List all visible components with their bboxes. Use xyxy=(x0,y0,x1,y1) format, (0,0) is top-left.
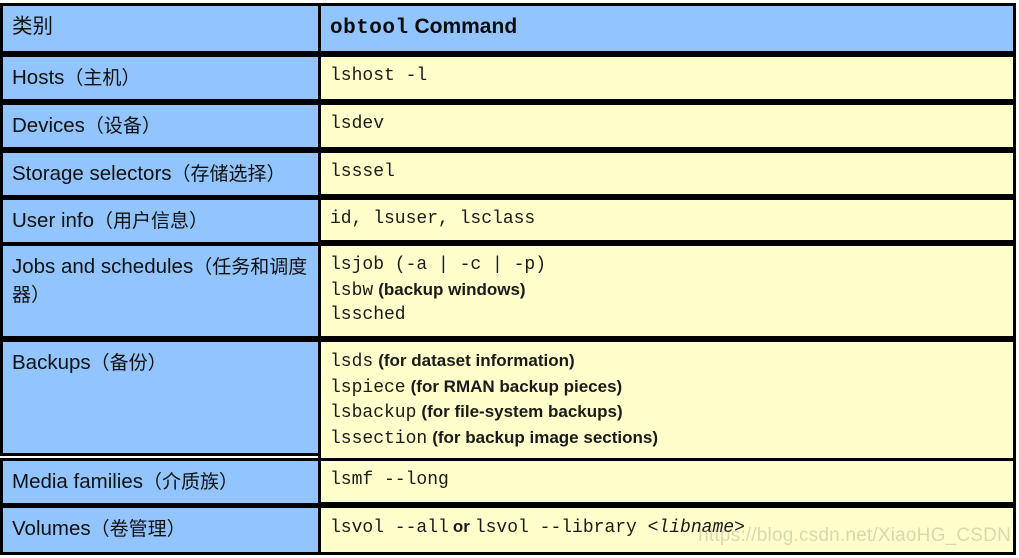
category-label-cn: （介质族） xyxy=(143,471,239,493)
command-line: lssection (for backup image sections) xyxy=(330,426,1004,452)
command-note: (for backup image sections) xyxy=(432,427,658,447)
category-label-cn: （卷管理） xyxy=(90,518,186,540)
command-note: (for RMAN backup pieces) xyxy=(410,376,623,396)
command-list: lsmf --long xyxy=(330,468,1004,493)
command-cell: lsds (for dataset information) lspiece (for… xyxy=(318,339,1016,461)
command-text-alt: lsvol --library xyxy=(474,518,648,538)
obtool-command-table: 类别 obtool Command Hosts（主机） lshost -l Device… xyxy=(0,3,1016,555)
category-label: Hosts（主机） xyxy=(12,64,309,92)
category-label-en: Media families xyxy=(12,470,144,493)
command-text: lsds xyxy=(330,352,374,372)
header-cell-category: 类别 xyxy=(0,3,321,54)
category-label-en: Backups xyxy=(12,351,91,374)
command-note: (for dataset information) xyxy=(378,351,575,370)
command-line: lsdev xyxy=(330,112,1004,137)
category-cell: Devices（设备） xyxy=(0,102,321,150)
command-cell: lsmf --long xyxy=(318,458,1016,505)
command-line: lsssel xyxy=(330,160,1004,185)
command-cell: lsdev xyxy=(318,102,1016,150)
command-text: lsbw xyxy=(330,280,374,301)
table-row: User info（用户信息） id, lsuser, lsclass xyxy=(0,197,1016,245)
command-cell: id, lsuser, lsclass xyxy=(318,197,1016,243)
command-line: lspiece (for RMAN backup pieces) xyxy=(330,375,1004,401)
command-list: id, lsuser, lsclass xyxy=(330,207,1004,232)
command-cell: lsjob (-a | -c | -p) lsbw (backup windows)… xyxy=(318,243,1016,339)
header-command-sans: Command xyxy=(414,15,518,38)
command-line: lsvol --all or lsvol --library <libname> xyxy=(330,515,1004,541)
category-label: Volumes（卷管理） xyxy=(12,515,309,543)
command-text: lsbackup xyxy=(330,403,417,423)
command-line: lsmf --long xyxy=(330,468,1004,493)
category-cell: User info（用户信息） xyxy=(0,197,321,245)
category-label-cn: （用户信息） xyxy=(94,210,209,232)
command-text: lsdev xyxy=(330,114,385,134)
category-label-en: Jobs and schedules xyxy=(12,255,194,278)
category-label: User info（用户信息） xyxy=(12,207,309,235)
command-list: lshost -l xyxy=(330,64,1004,89)
command-line: lshost -l xyxy=(330,64,1004,89)
table-row: Jobs and schedules（任务和调度器） lsjob (-a | -c… xyxy=(0,243,1016,339)
command-text: lssched xyxy=(330,305,406,325)
category-label: Jobs and schedules（任务和调度器） xyxy=(12,253,309,309)
category-label-cn: （备份） xyxy=(90,352,167,374)
category-label-en: User info xyxy=(12,209,95,232)
command-text: lsssel xyxy=(330,162,395,182)
command-list: lsds (for dataset information) lspiece (for… xyxy=(330,349,1004,451)
category-label: Devices（设备） xyxy=(12,112,309,140)
command-list: lsssel xyxy=(330,160,1004,185)
command-line: lsds (for dataset information) xyxy=(330,349,1004,375)
header-command-label: obtool Command xyxy=(330,13,1004,43)
command-text: lssection xyxy=(330,428,428,449)
command-note: (backup windows) xyxy=(378,279,526,299)
command-line: id, lsuser, lsclass xyxy=(330,207,1004,232)
command-cell: lsssel xyxy=(318,150,1016,197)
command-variable: <libname> xyxy=(647,518,745,538)
command-cell: lsvol --all or lsvol --library <libname> xyxy=(318,505,1016,555)
command-text: lsvol --all xyxy=(330,518,449,538)
category-label-en: Storage selectors xyxy=(12,162,172,185)
page-root: 类别 obtool Command Hosts（主机） lshost -l Device… xyxy=(0,3,1019,558)
category-cell: Jobs and schedules（任务和调度器） xyxy=(0,243,321,339)
category-label-en: Hosts xyxy=(12,66,65,89)
table-row: Media families（介质族） lsmf --long xyxy=(0,458,1016,506)
command-text: lspiece xyxy=(330,377,406,398)
command-line: lsjob (-a | -c | -p) xyxy=(330,253,1004,278)
command-text: id, lsuser, lsclass xyxy=(330,209,536,229)
category-cell: Volumes（卷管理） xyxy=(0,505,321,555)
table-row: Backups（备份） lsds (for dataset information)… xyxy=(0,339,1016,461)
category-label-cn: （存储选择） xyxy=(171,163,286,185)
category-label: Backups（备份） xyxy=(12,349,309,377)
table-row: Storage selectors（存储选择） lsssel xyxy=(0,150,1016,198)
command-list: lsjob (-a | -c | -p) lsbw (backup windows)… xyxy=(330,253,1004,328)
category-label: Media families（介质族） xyxy=(12,468,309,496)
category-cell: Media families（介质族） xyxy=(0,458,321,506)
command-conjunction: or xyxy=(452,517,470,536)
command-line: lssched xyxy=(330,303,1004,328)
command-text: lsjob (-a | -c | -p) xyxy=(330,255,547,275)
header-category-label: 类别 xyxy=(12,15,53,38)
category-label-cn: （设备） xyxy=(84,115,161,137)
category-label-en: Devices xyxy=(12,114,85,137)
table-row: Volumes（卷管理） lsvol --all or lsvol --library… xyxy=(0,505,1016,555)
command-list: lsdev xyxy=(330,112,1004,137)
category-cell: Backups（备份） xyxy=(0,339,321,458)
category-label: Storage selectors（存储选择） xyxy=(12,160,309,188)
command-cell: lshost -l xyxy=(318,54,1016,102)
command-line: lsbackup (for file-system backups) xyxy=(330,400,1004,426)
header-command-mono: obtool xyxy=(330,17,409,40)
command-note: (for file-system backups) xyxy=(421,402,623,421)
category-label-cn: （主机） xyxy=(64,67,141,89)
table-header-row: 类别 obtool Command xyxy=(0,3,1016,54)
command-text: lsmf --long xyxy=(330,470,449,490)
command-line: lsbw (backup windows) xyxy=(330,278,1004,304)
command-list: lsvol --all or lsvol --library <libname> xyxy=(330,515,1004,541)
category-cell: Storage selectors（存储选择） xyxy=(0,150,321,198)
category-label-en: Volumes xyxy=(12,517,91,540)
table-row: Hosts（主机） lshost -l xyxy=(0,54,1016,102)
category-cell: Hosts（主机） xyxy=(0,54,321,102)
command-text: lshost -l xyxy=(330,66,428,86)
header-cell-command: obtool Command xyxy=(318,3,1016,54)
table-row: Devices（设备） lsdev xyxy=(0,102,1016,150)
